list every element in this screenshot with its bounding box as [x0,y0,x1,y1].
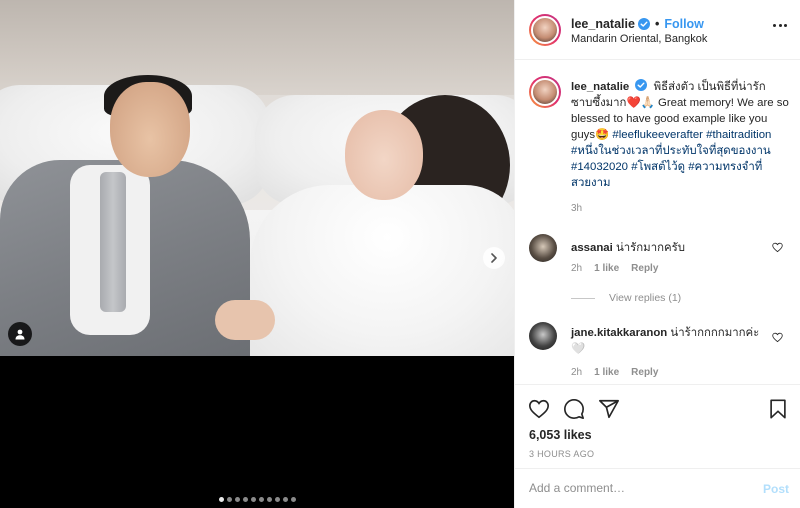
post-side-panel: lee_natalie • Follow Mandarin Oriental, … [514,0,800,508]
header-user-row: lee_natalie • Follow [571,17,704,31]
carousel-indicator [0,497,514,502]
post-media[interactable] [0,0,514,508]
chevron-right-icon [491,253,497,263]
verified-badge-icon [635,79,648,91]
add-comment-bar: Post [515,468,800,508]
photo-groom-tie [100,172,126,312]
likes-count[interactable]: 6,053 likes [529,428,592,442]
commenter-username[interactable]: jane.kitakkaranon [571,327,667,339]
comment-body: น่ารักมากครับ [615,242,685,254]
verified-badge-icon [637,18,650,30]
photo-headboard [0,0,514,95]
photo-bride-face [345,110,423,200]
carousel-dot [250,497,256,502]
share-icon[interactable] [598,398,620,420]
view-replies-label: View replies (1) [609,292,682,304]
carousel-next-button[interactable] [483,247,505,269]
post-header: lee_natalie • Follow Mandarin Oriental, … [515,0,800,60]
comment-meta: 2h 1 like Reply [571,367,658,378]
post-photo[interactable] [0,0,514,356]
caption-avatar[interactable] [529,76,561,108]
carousel-dot [234,497,240,502]
comment-like-heart-icon[interactable] [772,242,783,253]
view-replies-button[interactable]: View replies (1) [571,292,681,304]
hashtag-link[interactable]: #14032020 [571,161,628,173]
carousel-dot [290,497,296,502]
post-location[interactable]: Mandarin Oriental, Bangkok [571,33,707,45]
commenter-avatar[interactable] [529,234,557,262]
comment-reply-button[interactable]: Reply [631,263,658,274]
comment-time[interactable]: 2h [571,263,582,274]
comment-text: jane.kitakkaranon น่าร้ากกกกมากค่ะ 🤍 [571,325,771,357]
author-avatar[interactable] [529,14,561,46]
comment-meta: 2h 1 like Reply [571,263,658,274]
carousel-dot [282,497,288,502]
carousel-dot [266,497,272,502]
header-separator: • [654,17,660,31]
heart-icon[interactable] [528,398,550,420]
photo-bride-dress [250,185,514,356]
commenter-username[interactable]: assanai [571,242,613,254]
hashtag-link[interactable]: #thaitradition [706,129,771,141]
carousel-dot [218,497,224,502]
carousel-dot [226,497,232,502]
photo-groom-face [110,82,190,177]
bookmark-icon[interactable] [767,398,789,420]
comment-likes[interactable]: 1 like [594,263,619,274]
post-timestamp[interactable]: 3 HOURS AGO [529,449,594,459]
caption-username[interactable]: lee_natalie [571,81,629,93]
comment-text: assanai น่ารักมากครับ [571,240,771,256]
user-tag-icon [15,329,25,340]
hashtag-link[interactable]: #โพสต์ไว้ดู [631,161,685,173]
author-username[interactable]: lee_natalie [571,17,635,31]
comment-time[interactable]: 2h [571,367,582,378]
comment-reply-button[interactable]: Reply [631,367,658,378]
comment-likes[interactable]: 1 like [594,367,619,378]
commenter-avatar[interactable] [529,322,557,350]
user-tag-button[interactable] [8,322,32,346]
photo-holding-hands [215,300,275,340]
caption-text: lee_natalie พิธีส่งตัว เป็นพิธีที่น่ารัก… [571,79,791,191]
caption-timestamp[interactable]: 3h [571,203,582,214]
carousel-dot [242,497,248,502]
comment-input[interactable] [529,481,749,495]
hashtag-link[interactable]: #หนึ่งในช่วงเวลาที่ประทับใจที่สุดของงาน [571,145,771,157]
follow-button[interactable]: Follow [664,17,704,31]
more-options-icon[interactable] [773,24,787,28]
replies-divider [571,297,595,299]
carousel-dot [258,497,264,502]
comment-icon[interactable] [563,398,585,420]
comment-like-heart-icon[interactable] [772,332,783,343]
carousel-dot [274,497,280,502]
post-comment-button[interactable]: Post [763,482,789,496]
hashtag-link[interactable]: #leeflukeeverafter [612,129,703,141]
